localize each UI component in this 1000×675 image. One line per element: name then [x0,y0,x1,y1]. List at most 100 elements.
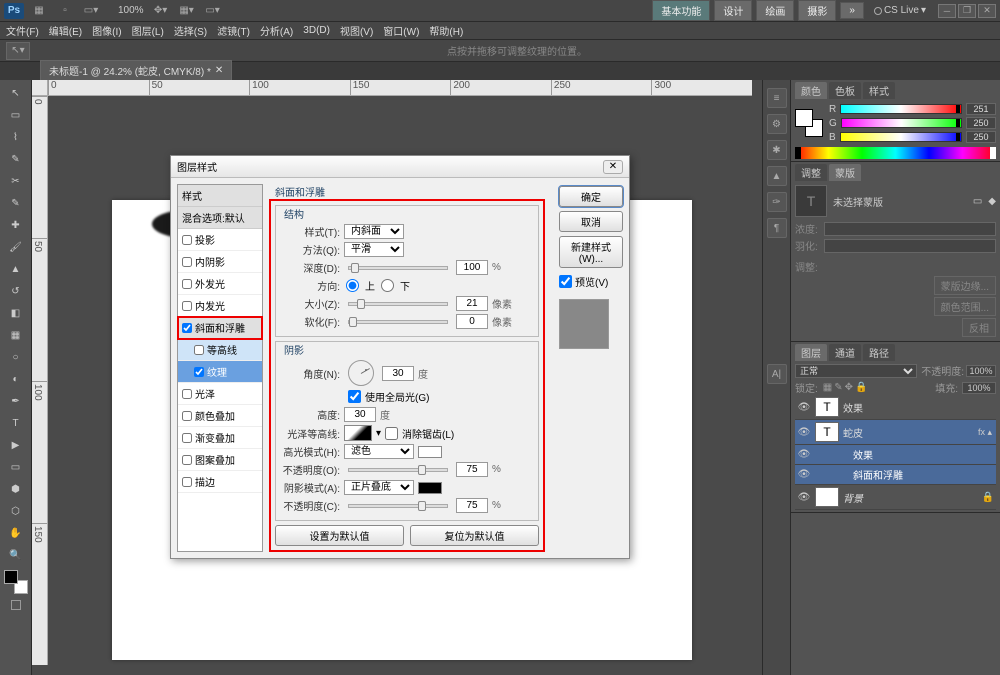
layer-thumbnail[interactable]: T [815,397,839,417]
visibility-toggle-icon[interactable]: 👁 [797,425,811,439]
window-close[interactable]: ✕ [978,4,996,18]
slider-g[interactable] [841,118,962,128]
workspace-essentials[interactable]: 基本功能 [652,0,710,21]
tool-eyedropper[interactable]: ✎ [0,192,31,214]
layer-thumbnail[interactable] [815,487,839,507]
tool-gradient[interactable]: ▦ [0,324,31,346]
close-document-icon[interactable]: ✕ [215,65,223,76]
layer-row[interactable]: 👁 T 效果 [795,395,996,420]
add-vector-mask-icon[interactable]: ◆ [988,196,996,207]
zoom-level[interactable]: 100% [118,5,144,16]
tab-layers[interactable]: 图层 [795,344,827,361]
ruler-vertical[interactable]: 050100150 [32,96,48,665]
style-stroke[interactable]: 描边 [178,471,262,493]
lock-image-icon[interactable]: ✎ [834,382,842,393]
visibility-toggle-icon[interactable]: 👁 [797,490,811,504]
menu-help[interactable]: 帮助(H) [429,23,463,38]
tool-lasso[interactable]: ⌇ [0,126,31,148]
history-panel-icon[interactable]: ≡ [767,88,787,108]
mini-bridge-icon[interactable]: ▫ [56,3,74,19]
shadow-mode-select[interactable]: 正片叠底 [344,480,414,495]
tool-quick-select[interactable]: ✎ [0,148,31,170]
layer-name[interactable]: 背景 [843,490,978,505]
layer-effect-item[interactable]: 👁 斜面和浮雕 [795,465,996,485]
launch-bridge-icon[interactable]: ▦ [30,3,48,19]
panel-color-swatches[interactable] [795,109,823,137]
style-contour[interactable]: 等高线 [178,339,262,361]
tool-history-brush[interactable]: ↺ [0,280,31,302]
paragraph-panel-icon[interactable]: ¶ [767,218,787,238]
color-range-button[interactable]: 颜色范围... [934,297,996,316]
menu-layer[interactable]: 图层(L) [132,23,164,38]
layer-effects-group[interactable]: 👁 效果 [795,445,996,465]
color-spectrum[interactable] [795,147,996,159]
layer-thumbnail[interactable]: T [815,422,839,442]
brush-panel-icon[interactable]: ✱ [767,140,787,160]
tab-adjustments[interactable]: 调整 [795,164,827,181]
visibility-toggle-icon[interactable]: 👁 [797,400,811,414]
window-minimize[interactable]: ─ [938,4,956,18]
layer-row[interactable]: 👁 背景 🔒 [795,485,996,510]
tool-3d[interactable]: ⬢ [0,478,31,500]
tool-healing[interactable]: ✚ [0,214,31,236]
tool-marquee[interactable]: ▭ [0,104,31,126]
angle-wheel[interactable] [348,360,374,386]
mask-feather-input[interactable] [824,239,996,253]
slider-r[interactable] [840,104,962,114]
slider-b[interactable] [840,132,962,142]
menu-image[interactable]: 图像(I) [92,23,121,38]
style-texture[interactable]: 纹理 [178,361,262,383]
menu-analysis[interactable]: 分析(A) [260,23,293,38]
bevel-style-select[interactable]: 内斜面 [344,224,404,239]
bevel-technique-select[interactable]: 平滑 [344,242,404,257]
document-tab[interactable]: 未标题-1 @ 24.2% (蛇皮, CMYK/8) * ✕ [40,60,232,80]
size-slider[interactable] [348,302,448,306]
workspace-painting[interactable]: 绘画 [756,0,794,21]
lock-all-icon[interactable]: 🔒 [855,382,867,393]
tab-paths[interactable]: 路径 [863,344,895,361]
layer-fx-badge[interactable]: fx ▴ [978,427,992,438]
global-light-checkbox[interactable] [348,390,361,403]
ruler-horizontal[interactable]: 050100150200250300 [48,80,752,96]
lock-position-icon[interactable]: ✥ [845,382,853,393]
workspace-design[interactable]: 设计 [714,0,752,21]
tool-eraser[interactable]: ◧ [0,302,31,324]
current-tool-icon[interactable]: ↖▾ [6,42,30,60]
tool-path-select[interactable]: ▶ [0,434,31,456]
tool-rectangle[interactable]: ▭ [0,456,31,478]
style-drop-shadow[interactable]: 投影 [178,229,262,251]
tab-channels[interactable]: 通道 [829,344,861,361]
view-extras-icon[interactable]: ▭▾ [82,3,100,19]
depth-slider[interactable] [348,266,448,270]
window-restore[interactable]: ❐ [958,4,976,18]
size-input[interactable] [456,296,488,311]
visibility-toggle-icon[interactable]: 👁 [797,448,811,462]
tool-pen[interactable]: ✒ [0,390,31,412]
clone-panel-icon[interactable]: ▲ [767,166,787,186]
foreground-background-colors[interactable] [4,570,28,594]
tool-crop[interactable]: ✂ [0,170,31,192]
mask-edge-button[interactable]: 蒙版边缘... [934,276,996,295]
sidebar-blend-header[interactable]: 混合选项:默认 [178,207,262,229]
quick-mask-toggle[interactable] [0,600,31,610]
tab-swatches[interactable]: 色板 [829,82,861,99]
blend-mode-select[interactable]: 正常 [795,364,917,378]
tool-brush[interactable]: 🖌 [0,236,31,258]
antialias-checkbox[interactable] [385,427,398,440]
character-panel-icon[interactable]: A| [767,364,787,384]
tool-type[interactable]: T [0,412,31,434]
sidebar-styles-header[interactable]: 样式 [178,185,262,207]
preview-checkbox[interactable] [559,275,572,288]
tab-masks[interactable]: 蒙版 [829,164,861,181]
style-inner-shadow[interactable]: 内阴影 [178,251,262,273]
dialog-close-button[interactable]: ✕ [603,160,623,174]
screen-mode-icon[interactable]: ▭▾ [204,3,222,19]
layer-name[interactable]: 蛇皮 [843,425,974,440]
gloss-contour-picker[interactable] [344,425,372,441]
fill-input[interactable] [962,382,996,394]
tool-zoom[interactable]: 🔍 [0,544,31,566]
style-gradient-overlay[interactable]: 渐变叠加 [178,427,262,449]
angle-input[interactable] [382,366,414,381]
menu-window[interactable]: 窗口(W) [383,23,419,38]
style-color-overlay[interactable]: 颜色叠加 [178,405,262,427]
